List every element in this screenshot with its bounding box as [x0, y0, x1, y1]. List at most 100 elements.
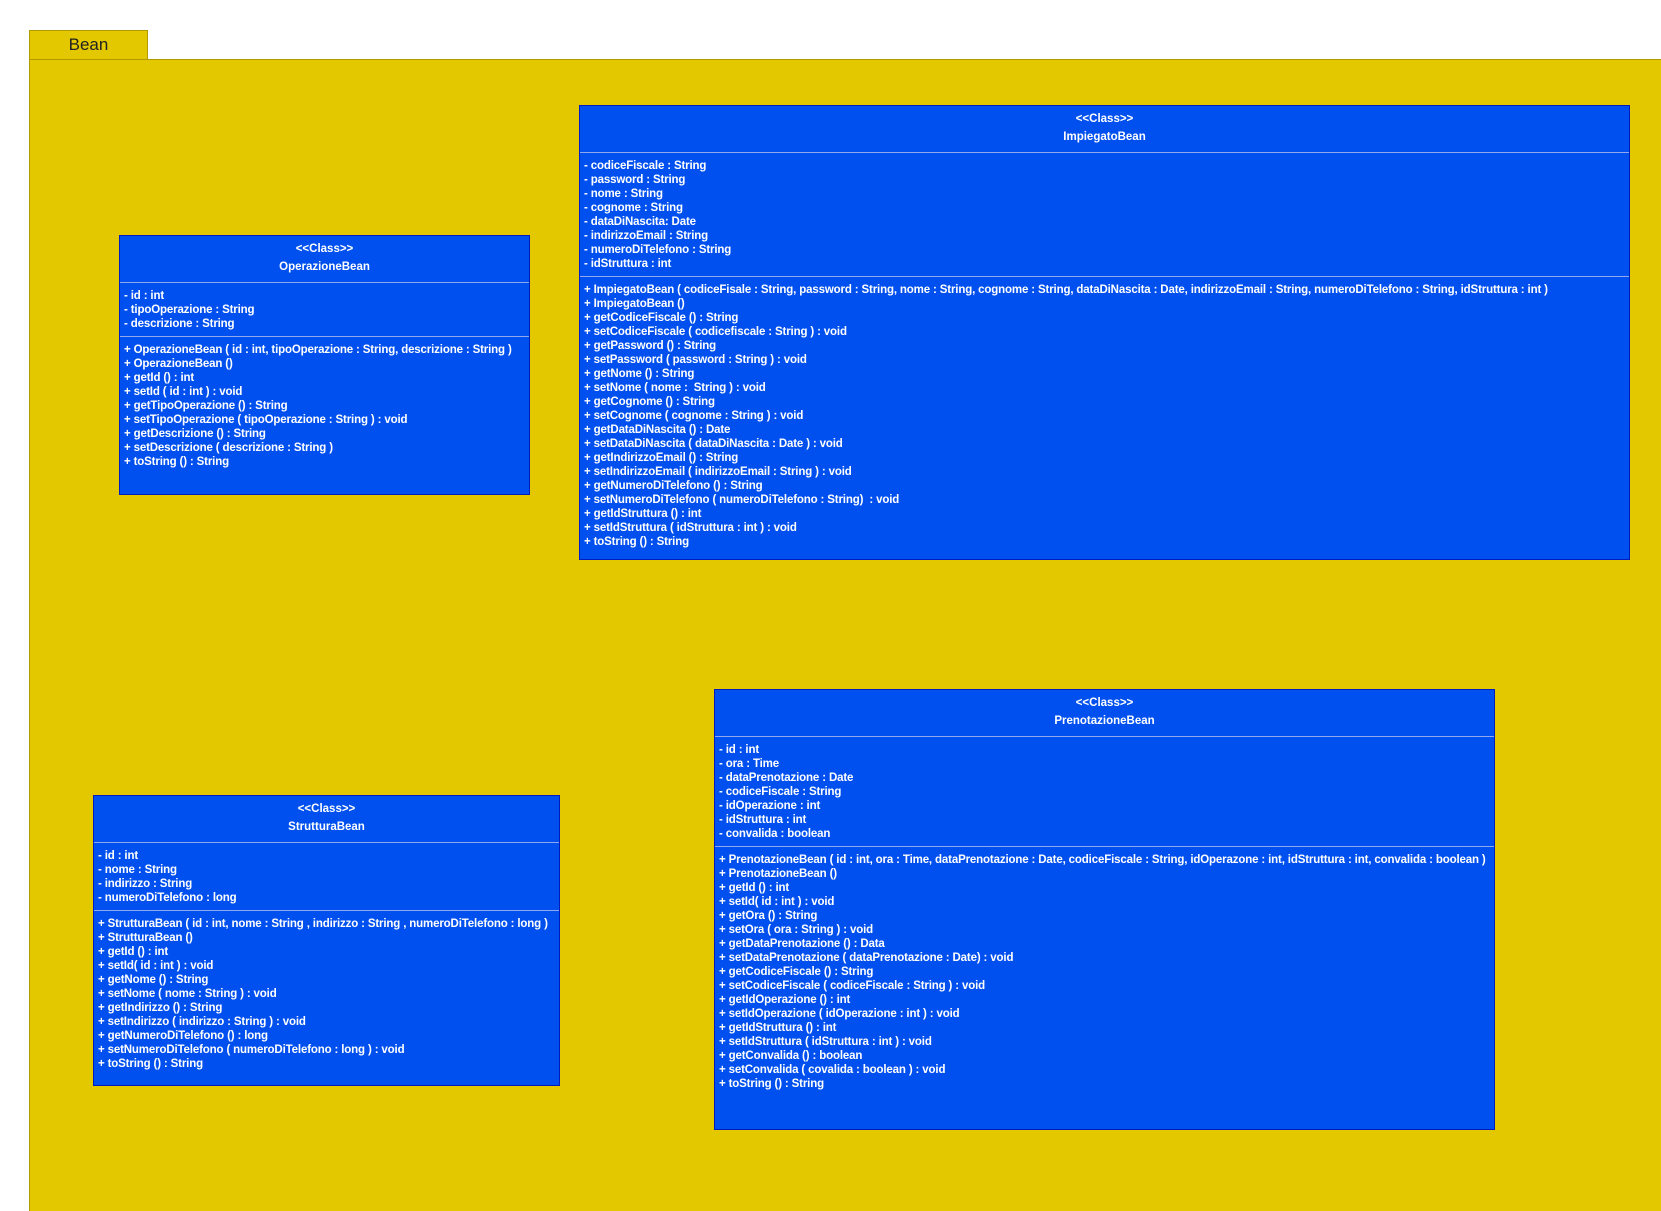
operation-row: + getId () : int [719, 882, 790, 894]
operation-row: + setId ( id : int ) : void [124, 386, 243, 398]
operation-row: + setId( id : int ) : void [98, 960, 214, 972]
operation-row: + ImpiegatoBean () [584, 298, 685, 310]
attribute-row: - id : int [124, 290, 165, 302]
operation-row: + setCodiceFiscale ( codiceFiscale : Str… [719, 980, 986, 992]
class-box-operazione[interactable]: <<Class>> OperazioneBean - id : int - tipoO… [119, 235, 530, 495]
attribute-row: - idStruttura : int [584, 258, 672, 270]
class-stereotype: <<Class>> [1075, 113, 1134, 125]
operation-row: + ImpiegatoBean ( codiceFisale : String,… [584, 284, 1548, 296]
attribute-row: - codiceFiscale : String [719, 786, 842, 798]
attribute-row: - dataDiNascita: Date [584, 216, 696, 228]
class-header: <<Class>> ImpiegatoBean [580, 106, 1629, 153]
operation-row: + getDescrizione () : String [124, 428, 266, 440]
operation-row: + OperazioneBean ( id : int, tipoOperazi… [124, 344, 512, 356]
diagram-canvas: Bean <<Class>> OperazioneBean - id : int - … [0, 0, 1661, 1211]
operation-row: + getCodiceFiscale () : String [584, 312, 739, 324]
operation-row: + setNome ( nome : String ) : void [584, 382, 766, 394]
attribute-row: - id : int [719, 744, 760, 756]
class-stereotype: <<Class>> [295, 243, 354, 255]
attribute-row: - convalida : boolean [719, 828, 831, 840]
attribute-row: - numeroDiTelefono : String [584, 244, 732, 256]
attributes-compartment: - id : int - nome : String - indirizzo : S… [94, 843, 559, 911]
operation-row: + setIdStruttura ( idStruttura : int ) :… [584, 522, 797, 534]
operation-row: + getNome () : String [584, 368, 695, 380]
attribute-row: - codiceFiscale : String [584, 160, 707, 172]
attribute-row: - indirizzo : String [98, 878, 193, 890]
operation-row: + getIdStruttura () : int [719, 1022, 837, 1034]
operation-row: + setPassword ( password : String ) : vo… [584, 354, 807, 366]
operation-row: + getNumeroDiTelefono () : long [98, 1030, 268, 1042]
operation-row: + setId( id : int ) : void [719, 896, 835, 908]
operation-row: + setNome ( nome : String ) : void [98, 988, 277, 1000]
operation-row: + toString () : String [124, 456, 229, 468]
operation-row: + setIndirizzoEmail ( indirizzoEmail : S… [584, 466, 852, 478]
attributes-compartment: - codiceFiscale : String - password : Str… [580, 153, 1629, 277]
attribute-row: - cognome : String [584, 202, 683, 214]
operation-row: + setIdStruttura ( idStruttura : int ) :… [719, 1036, 932, 1048]
operation-row: + getId () : int [98, 946, 169, 958]
class-box-impiegato[interactable]: <<Class>> ImpiegatoBean - codiceFiscale : … [579, 105, 1630, 560]
operation-row: + getIndirizzo () : String [98, 1002, 223, 1014]
operation-row: + setConvalida ( covalida : boolean ) : … [719, 1064, 946, 1076]
operation-row: + setCodiceFiscale ( codicefiscale : Str… [584, 326, 847, 338]
operation-row: + setTipoOperazione ( tipoOperazione : S… [124, 414, 408, 426]
operation-row: + getCognome () : String [584, 396, 715, 408]
class-header: <<Class>> StrutturaBean [94, 796, 559, 843]
class-box-prenotazione[interactable]: <<Class>> PrenotazioneBean - id : int - ora… [714, 689, 1495, 1130]
attribute-row: - indirizzoEmail : String [584, 230, 709, 242]
operation-row: + setCognome ( cognome : String ) : void [584, 410, 804, 422]
class-stereotype: <<Class>> [1075, 697, 1134, 709]
attribute-row: - idStruttura : int [719, 814, 807, 826]
operation-row: + getNumeroDiTelefono () : String [584, 480, 763, 492]
operation-row: + getDataPrenotazione () : Data [719, 938, 885, 950]
operation-row: + getCodiceFiscale () : String [719, 966, 874, 978]
operation-row: + getIdStruttura () : int [584, 508, 702, 520]
attribute-row: - password : String [584, 174, 686, 186]
operation-row: + toString () : String [98, 1058, 203, 1070]
class-name: PrenotazioneBean [1054, 715, 1155, 727]
operation-row: + setDescrizione ( descrizione : String … [124, 442, 333, 454]
operations-compartment: + ImpiegatoBean ( codiceFisale : String,… [580, 277, 1629, 553]
attribute-row: - tipoOperazione : String [124, 304, 255, 316]
operation-row: + getId () : int [124, 372, 195, 384]
class-name: OperazioneBean [279, 261, 370, 273]
operation-row: + getTipoOperazione () : String [124, 400, 288, 412]
attribute-row: - id : int [98, 850, 139, 862]
attribute-row: - nome : String [584, 188, 663, 200]
class-header: <<Class>> OperazioneBean [120, 236, 529, 283]
operation-row: + getIdOperazione () : int [719, 994, 851, 1006]
operation-row: + StrutturaBean () [98, 932, 193, 944]
attributes-compartment: - id : int - ora : Time - dataPrenotazione… [715, 737, 1494, 847]
operation-row: + getConvalida () : boolean [719, 1050, 863, 1062]
operation-row: + toString () : String [584, 536, 689, 548]
attribute-row: - ora : Time [719, 758, 779, 770]
operation-row: + PrenotazioneBean ( id : int, ora : Tim… [719, 854, 1486, 866]
class-header: <<Class>> PrenotazioneBean [715, 690, 1494, 737]
attribute-row: - nome : String [98, 864, 177, 876]
operation-row: + getIndirizzoEmail () : String [584, 452, 739, 464]
attribute-row: - dataPrenotazione : Date [719, 772, 854, 784]
operation-row: + setIdOperazione ( idOperazione : int )… [719, 1008, 960, 1020]
class-box-struttura[interactable]: <<Class>> StrutturaBean - id : int - nome :… [93, 795, 560, 1086]
package-tab: Bean [29, 30, 148, 59]
operations-compartment: + PrenotazioneBean ( id : int, ora : Tim… [715, 847, 1494, 1095]
operation-row: + PrenotazioneBean () [719, 868, 837, 880]
operation-row: + setDataPrenotazione ( dataPrenotazione… [719, 952, 1014, 964]
operations-compartment: + StrutturaBean ( id : int, nome : Strin… [94, 911, 559, 1075]
operation-row: + setIndirizzo ( indirizzo : String ) : … [98, 1016, 306, 1028]
operation-row: + getOra () : String [719, 910, 818, 922]
class-name: StrutturaBean [288, 821, 365, 833]
operation-row: + setNumeroDiTelefono ( numeroDiTelefono… [98, 1044, 405, 1056]
operation-row: + OperazioneBean () [124, 358, 233, 370]
operation-row: + setDataDiNascita ( dataDiNascita : Dat… [584, 438, 843, 450]
class-stereotype: <<Class>> [297, 803, 356, 815]
class-name: ImpiegatoBean [1063, 131, 1146, 143]
operations-compartment: + OperazioneBean ( id : int, tipoOperazi… [120, 337, 529, 473]
attribute-row: - idOperazione : int [719, 800, 821, 812]
operation-row: + setOra ( ora : String ) : void [719, 924, 873, 936]
attribute-row: - numeroDiTelefono : long [98, 892, 237, 904]
operation-row: + getDataDiNascita () : Date [584, 424, 731, 436]
attributes-compartment: - id : int - tipoOperazione : String - des… [120, 283, 529, 337]
attribute-row: - descrizione : String [124, 318, 235, 330]
operation-row: + toString () : String [719, 1078, 824, 1090]
